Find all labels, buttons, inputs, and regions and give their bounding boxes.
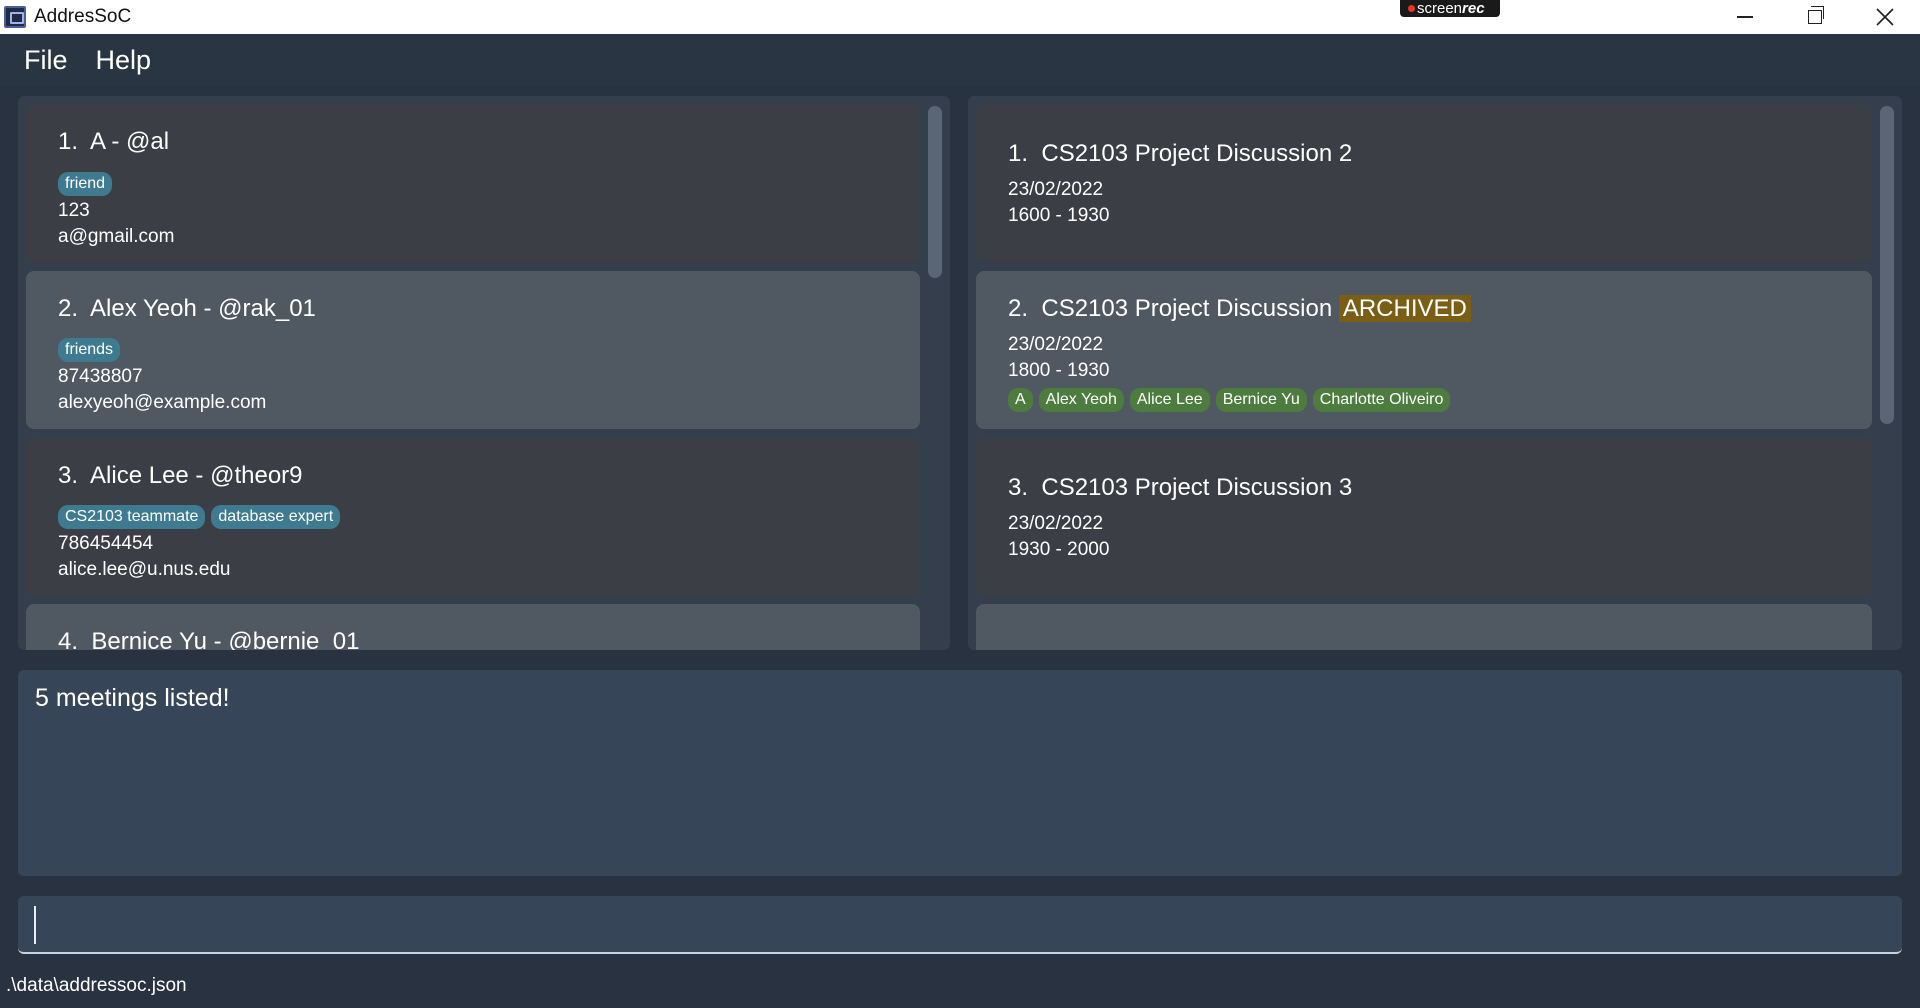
result-message: 5 meetings listed! (35, 684, 230, 712)
title-bar: AddresSoC screenrec (0, 0, 1920, 34)
person-index: 2. (58, 295, 79, 322)
tag: friends (58, 338, 121, 362)
tag: friend (58, 172, 113, 196)
minimize-icon (1737, 16, 1753, 18)
person-name: 1. A - @al (58, 128, 170, 155)
menu-file[interactable]: File (24, 45, 68, 76)
person-index: 3. (58, 462, 79, 489)
meeting-title-text: CS2103 Project Discussion (1041, 295, 1333, 322)
meeting-date: 23/02/2022 (1008, 513, 1104, 534)
scrollbar-thumb[interactable] (1880, 106, 1894, 424)
meeting-date: 23/02/2022 (1008, 179, 1104, 200)
person-email: a@gmail.com (58, 226, 175, 247)
person-phone: 123 (58, 200, 90, 221)
person-name-text: A (90, 128, 105, 155)
person-tags: friends (58, 338, 121, 362)
person-name-text: Bernice Yu (91, 628, 207, 650)
app-icon (4, 6, 26, 28)
person-index: 4. (58, 628, 79, 650)
status-bar: .\data\addressoc.json (0, 966, 1920, 1008)
person-name: 3. Alice Lee - @theor9 (58, 462, 303, 489)
meeting-date: 23/02/2022 (1008, 334, 1104, 355)
meeting-list-panel: 1. CS2103 Project Discussion 2 23/02/202… (968, 96, 1902, 650)
person-phone: 786454454 (58, 533, 154, 554)
meeting-index: 3. (1008, 474, 1029, 501)
meeting-title: 3. CS2103 Project Discussion 3 (1008, 474, 1352, 502)
person-handle: @rak_01 (218, 295, 316, 322)
screenrec-label-screen: screen (1417, 0, 1463, 17)
person-name: 2. Alex Yeoh - @rak_01 (58, 295, 316, 322)
meeting-list-scrollbar[interactable] (1880, 106, 1894, 640)
participant-tag: A (1008, 388, 1033, 412)
screenrec-badge: screenrec (1400, 0, 1500, 17)
scrollbar-thumb[interactable] (928, 106, 942, 278)
meeting-time: 1600 - 1930 (1008, 205, 1110, 226)
person-name-text: Alex Yeoh (90, 295, 197, 322)
tag: CS2103 teammate (58, 505, 206, 529)
menu-bar: File Help (0, 34, 1920, 86)
person-list-panel: 1. A - @al friend 123 a@gmail.com 2. Ale… (18, 96, 950, 650)
record-dot-icon (1408, 5, 1415, 12)
meeting-index: 2. (1008, 295, 1029, 322)
person-index: 1. (58, 128, 79, 155)
text-caret (34, 906, 36, 944)
minimize-button[interactable] (1710, 0, 1780, 34)
participant-tag: Charlotte Oliveiro (1312, 388, 1451, 412)
meeting-title: 1. CS2103 Project Discussion 2 (1008, 140, 1352, 168)
close-button[interactable] (1850, 0, 1920, 34)
person-tags: friend (58, 172, 113, 196)
screenrec-label-rec: rec (1462, 0, 1485, 17)
result-display: 5 meetings listed! (18, 670, 1902, 876)
meeting-participants: A Alex Yeoh Alice Lee Bernice Yu Charlot… (1008, 388, 1451, 412)
menu-help[interactable]: Help (96, 45, 152, 76)
person-email: alice.lee@u.nus.edu (58, 559, 231, 580)
person-card[interactable]: 2. Alex Yeoh - @rak_01 friends 87438807 … (26, 271, 920, 429)
tag: database expert (211, 505, 341, 529)
restore-icon (1808, 6, 1824, 24)
person-card[interactable]: 4. Bernice Yu - @bernie_01 (26, 604, 920, 650)
person-name: 4. Bernice Yu - @bernie_01 (58, 628, 359, 650)
participant-tag: Bernice Yu (1215, 388, 1307, 412)
meeting-time: 1930 - 2000 (1008, 539, 1110, 560)
person-handle: @bernie_01 (228, 628, 360, 650)
meeting-card[interactable]: 3. CS2103 Project Discussion 3 23/02/202… (976, 438, 1872, 596)
archived-badge: ARCHIVED (1338, 295, 1471, 322)
restore-button[interactable] (1780, 0, 1850, 34)
person-email: alexyeoh@example.com (58, 392, 267, 413)
data-file-path: .\data\addressoc.json (6, 975, 187, 996)
meeting-index: 1. (1008, 140, 1029, 167)
meeting-title-text: CS2103 Project Discussion 3 (1041, 474, 1353, 501)
person-card[interactable]: 3. Alice Lee - @theor9 CS2103 teammate d… (26, 438, 920, 596)
meeting-card[interactable] (976, 604, 1872, 650)
meeting-card[interactable]: 2. CS2103 Project Discussion ARCHIVED 23… (976, 271, 1872, 429)
meeting-time: 1800 - 1930 (1008, 360, 1110, 381)
meeting-title: 2. CS2103 Project Discussion ARCHIVED (1008, 295, 1471, 323)
person-handle: @theor9 (210, 462, 303, 489)
command-input[interactable] (32, 904, 1882, 944)
person-name-text: Alice Lee (90, 462, 189, 489)
person-card[interactable]: 1. A - @al friend 123 a@gmail.com (26, 104, 920, 262)
person-list-scrollbar[interactable] (928, 106, 942, 640)
meeting-title-text: CS2103 Project Discussion 2 (1041, 140, 1353, 167)
participant-tag: Alex Yeoh (1038, 388, 1124, 412)
meeting-card[interactable]: 1. CS2103 Project Discussion 2 23/02/202… (976, 104, 1872, 262)
person-phone: 87438807 (58, 366, 143, 387)
command-box (18, 896, 1902, 954)
person-tags: CS2103 teammate database expert (58, 505, 341, 529)
window-title: AddresSoC (34, 6, 132, 27)
participant-tag: Alice Lee (1129, 388, 1210, 412)
person-handle: @al (126, 128, 170, 155)
close-icon (1876, 8, 1894, 26)
